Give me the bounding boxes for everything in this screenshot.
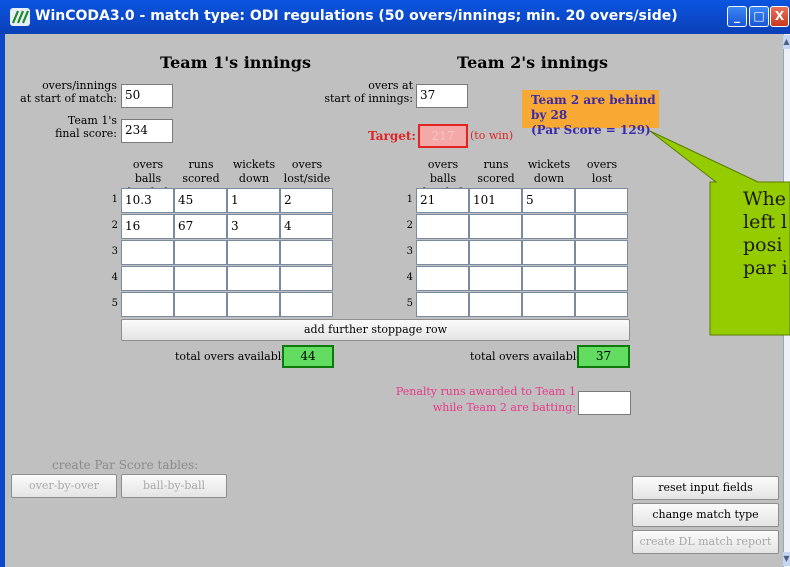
scroll-down-icon[interactable]: ▼ (783, 552, 790, 566)
team2-table-cell[interactable] (575, 240, 628, 265)
scroll-up-icon[interactable]: ▲ (783, 35, 790, 49)
penalty-label: Penalty runs awarded to Team 1 while Team… (395, 385, 576, 414)
team2-row-number: 2 (406, 220, 413, 231)
team2-table-cell[interactable] (469, 292, 522, 317)
team2-col-lost: overs lost (586, 158, 618, 185)
team2-table-cell[interactable] (469, 214, 522, 239)
team1-overs-label: overs/innings at start of match: (20, 79, 117, 105)
team1-row-number: 5 (111, 298, 118, 309)
team2-table-cell[interactable] (522, 240, 575, 265)
team1-table-cell[interactable] (174, 266, 227, 291)
team2-row-number: 1 (406, 194, 413, 205)
team1-heading: Team 1's innings (160, 53, 311, 72)
team2-table-cell[interactable] (416, 240, 469, 265)
team1-table-cell[interactable] (227, 240, 280, 265)
team2-table-cell[interactable] (575, 188, 628, 213)
par-tables-label: create Par Score tables: (52, 458, 199, 472)
target-label: Target: (368, 129, 416, 143)
ball-by-ball-button[interactable]: ball-by-ball (121, 474, 227, 498)
team1-col-lost: overs lost/side (283, 158, 331, 185)
team2-table-cell[interactable] (469, 240, 522, 265)
reset-input-fields-button[interactable]: reset input fields (632, 476, 779, 500)
team1-table-cell[interactable] (280, 292, 333, 317)
callout-text: Whe left l posi par i (743, 188, 788, 279)
minimize-button[interactable]: _ (727, 6, 747, 27)
team2-table-cell[interactable] (575, 292, 628, 317)
team1-table-cell[interactable]: 67 (174, 214, 227, 239)
team1-row-number: 1 (111, 194, 118, 205)
app-icon (10, 8, 30, 26)
team1-table-cell[interactable] (121, 240, 174, 265)
team2-table-cell[interactable] (416, 214, 469, 239)
add-stoppage-row-button[interactable]: add further stoppage row (121, 319, 630, 341)
team2-table-cell[interactable] (522, 214, 575, 239)
team2-table-cell[interactable] (575, 214, 628, 239)
team1-table-cell[interactable] (280, 240, 333, 265)
team1-score-input[interactable]: 234 (121, 119, 173, 143)
team2-heading: Team 2's innings (457, 53, 608, 72)
change-match-type-button[interactable]: change match type (632, 503, 779, 527)
team1-table-cell[interactable] (121, 266, 174, 291)
team2-overs-input[interactable]: 37 (416, 84, 468, 108)
to-win-label: (to win) (470, 129, 514, 142)
team2-col-runs: runs scored (477, 158, 515, 185)
team2-table-cell[interactable] (416, 266, 469, 291)
team1-row-number: 3 (111, 246, 118, 257)
team2-table-cell[interactable] (575, 266, 628, 291)
team1-overs-input[interactable]: 50 (121, 84, 173, 108)
create-dl-report-button[interactable]: create DL match report (632, 530, 779, 554)
team1-table-cell[interactable] (227, 292, 280, 317)
team2-table-cell[interactable] (522, 292, 575, 317)
team2-total-overs: 37 (577, 345, 630, 368)
team1-table-cell[interactable]: 3 (227, 214, 280, 239)
team1-table-cell[interactable]: 4 (280, 214, 333, 239)
team2-overs-label: overs at start of innings: (324, 79, 413, 105)
team1-row-number: 4 (111, 272, 118, 283)
par-status-box: Team 2 are behind by 28 (Par Score = 129) (522, 90, 659, 137)
close-button[interactable]: X (770, 6, 789, 27)
team2-table-cell[interactable]: 101 (469, 188, 522, 213)
team1-table-cell[interactable]: 45 (174, 188, 227, 213)
team1-col-runs: runs scored (182, 158, 220, 185)
team2-table-cell[interactable] (469, 266, 522, 291)
team1-table-cell[interactable] (174, 240, 227, 265)
team1-table-cell[interactable]: 1 (227, 188, 280, 213)
team2-row-number: 3 (406, 246, 413, 257)
over-by-over-button[interactable]: over-by-over (11, 474, 117, 498)
team1-table-cell[interactable] (121, 292, 174, 317)
team1-table-cell[interactable]: 10.3 (121, 188, 174, 213)
team1-row-number: 2 (111, 220, 118, 231)
team1-col-wickets: wickets down (232, 158, 276, 185)
team1-table-cell[interactable] (280, 266, 333, 291)
team2-row-number: 5 (406, 298, 413, 309)
penalty-runs-input[interactable] (578, 391, 631, 415)
target-field: 217 (418, 124, 468, 148)
team1-total-label: total overs available: (175, 350, 292, 363)
team2-table-cell[interactable]: 21 (416, 188, 469, 213)
team1-total-overs: 44 (282, 345, 334, 368)
team1-table-cell[interactable]: 16 (121, 214, 174, 239)
maximize-button[interactable]: □ (749, 6, 769, 27)
team2-total-label: total overs available: (470, 350, 587, 363)
team2-table-cell[interactable] (522, 266, 575, 291)
team2-table-cell[interactable] (416, 292, 469, 317)
team2-table-cell[interactable]: 5 (522, 188, 575, 213)
team1-score-label: Team 1's final score: (55, 114, 117, 140)
team1-table-cell[interactable]: 2 (280, 188, 333, 213)
team1-table-cell[interactable] (227, 266, 280, 291)
window-title: WinCODA3.0 - match type: ODI regulations… (35, 8, 678, 24)
team2-row-number: 4 (406, 272, 413, 283)
team2-col-wickets: wickets down (527, 158, 571, 185)
team1-table-cell[interactable] (174, 292, 227, 317)
